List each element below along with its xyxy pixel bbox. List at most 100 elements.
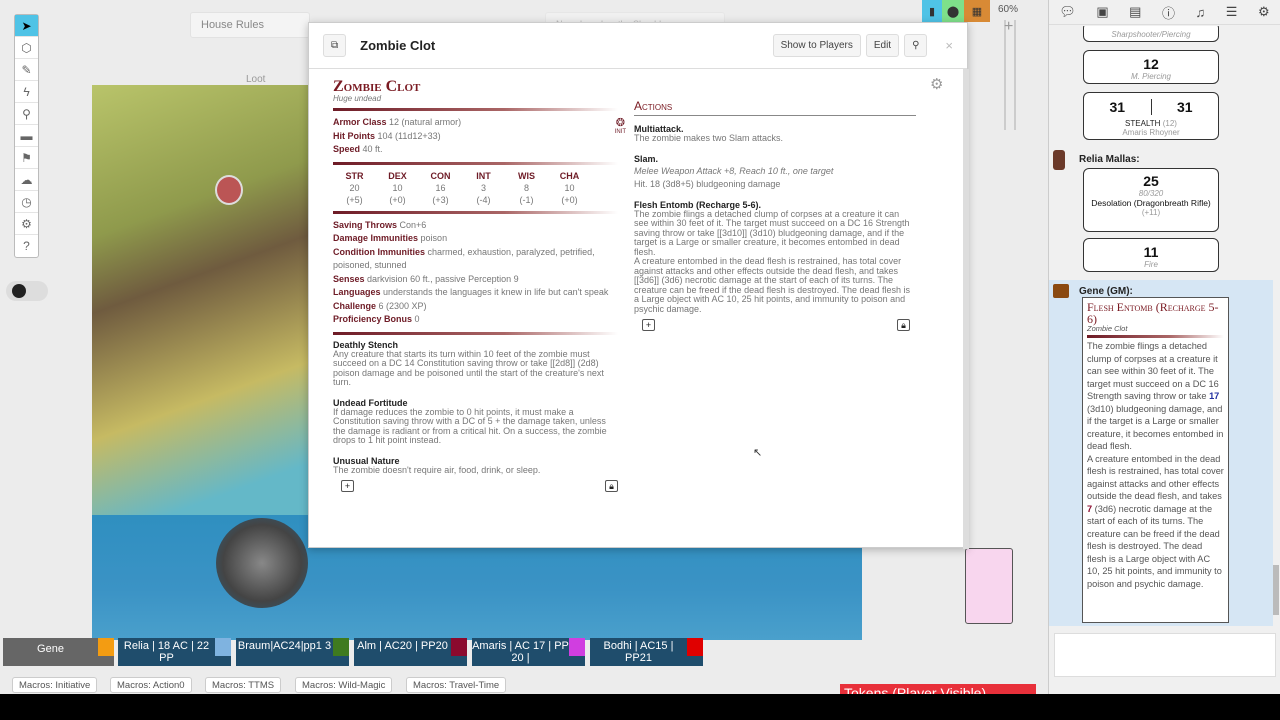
dice-tool[interactable]: ⚙ — [15, 213, 38, 235]
macro-wild-magic[interactable]: Macros: Wild-Magic — [295, 677, 393, 693]
dark-mode-toggle[interactable] — [6, 281, 48, 301]
lock-actions-button[interactable]: 🔒︎ — [897, 319, 910, 331]
player-gene[interactable]: Gene — [3, 638, 114, 666]
player-braum[interactable]: Braum|AC24|pp1 3 — [236, 638, 349, 666]
add-action-button[interactable]: + — [642, 319, 655, 331]
zoom-in-icon[interactable]: + — [1004, 18, 1013, 36]
show-to-players-button[interactable]: Show to Players — [772, 34, 861, 57]
chat-input[interactable] — [1054, 633, 1276, 677]
draw-tool[interactable]: ✎ — [15, 59, 38, 81]
prop-damage-immunities: Damage Immunities poison — [333, 232, 618, 246]
ability-wis[interactable]: WIS 8 (-1) — [505, 170, 548, 206]
taskbar — [0, 694, 1280, 720]
moon-icon — [12, 284, 26, 298]
initiative-button[interactable]: ❂ INIT — [615, 116, 626, 135]
lightning-icon: ϟ — [23, 84, 30, 99]
relia-avatar — [1053, 150, 1065, 170]
page-house-rules[interactable]: House Rules — [190, 12, 310, 38]
text: (+0) — [389, 194, 406, 205]
ship-token[interactable] — [216, 518, 308, 608]
roll-card-piercing: 12 M. Piercing — [1083, 50, 1219, 84]
fx-tool[interactable]: ϟ — [15, 81, 38, 103]
ability-cha[interactable]: CHA 10 (+0) — [548, 170, 591, 206]
popout-button[interactable]: ⧉ — [323, 34, 347, 57]
ability-con[interactable]: CON 16 (+3) — [419, 170, 462, 206]
action-multiattack[interactable]: Multiattack. The zombie makes two Slam at… — [634, 124, 916, 144]
text: Undead Fortitude — [333, 397, 408, 408]
page-layer-icon[interactable]: ▮ — [922, 0, 942, 22]
text: Saving Throws — [333, 219, 398, 230]
chat-scrollbar[interactable] — [1273, 565, 1279, 615]
text: INT — [476, 170, 491, 181]
zoom-level: 60% — [998, 4, 1019, 15]
macro-travel-time[interactable]: Macros: Travel-Time — [406, 677, 507, 693]
player-color — [98, 638, 114, 656]
chat-log: Sharpshooter/Piercing 12 M. Piercing 31 31… — [1049, 26, 1273, 626]
fog-tool[interactable]: ☁ — [15, 169, 38, 191]
trait-undead-fortitude[interactable]: Undead Fortitude If damage reduces the zo… — [333, 398, 618, 446]
macro-initiative[interactable]: Macros: Initiative — [12, 677, 98, 693]
art-library-tab-icon[interactable]: ▣ — [1096, 4, 1108, 20]
actions-title: Actions — [634, 99, 916, 116]
ping-tool[interactable]: ⚑ — [15, 147, 38, 169]
trait-deathly-stench[interactable]: Deathly Stench Any creature that starts i… — [333, 340, 618, 388]
ability-dex[interactable]: DEX 10 (+0) — [376, 170, 419, 206]
collection-list-tab-icon[interactable]: ☰ — [1226, 4, 1238, 20]
prop-senses: Senses darkvision 60 ft., passive Percep… — [333, 273, 618, 287]
close-icon[interactable]: × — [945, 38, 953, 53]
macro-action0[interactable]: Macros: Action0 — [110, 677, 192, 693]
select-tool[interactable]: ➤ — [15, 15, 38, 37]
help-tool[interactable]: ? — [15, 235, 38, 257]
zoom-slider[interactable]: + — [1004, 18, 1016, 130]
journal-tab-icon[interactable]: ▤ — [1129, 4, 1141, 20]
text: 20 — [349, 182, 360, 193]
token-tool[interactable]: ⬡ — [15, 37, 38, 59]
ability-str[interactable]: STR 20 (+5) — [333, 170, 376, 206]
text: Challenge — [333, 300, 377, 311]
lock-traits-button[interactable]: 🔒︎ — [605, 480, 618, 492]
player-color — [451, 638, 467, 656]
search-button[interactable]: ⚲ — [904, 34, 928, 57]
film-icon[interactable]: ▦ — [964, 0, 990, 22]
inline-roll-17[interactable]: 17 — [1209, 391, 1219, 401]
roll-card-rifle-attack: 25 80/320 Desolation (Dragonbreath Rifle… — [1083, 168, 1219, 232]
token-portrait[interactable] — [215, 175, 243, 205]
action-slam[interactable]: Slam. Melee Weapon Attack +8, Reach 10 ft… — [634, 154, 916, 190]
ruler-tool[interactable]: ▬ — [15, 125, 38, 147]
text: (+5) — [346, 194, 363, 205]
macro-ttms[interactable]: Macros: TTMS — [205, 677, 282, 693]
player-alm[interactable]: Alm | AC20 | PP20 — [354, 638, 467, 666]
text: Any creature that starts its turn within… — [333, 348, 604, 387]
map-pin-icon[interactable]: ⬤ — [942, 0, 964, 22]
player-relia[interactable]: Relia | 18 AC | 22 PP — [118, 638, 231, 666]
page-loot[interactable]: Loot — [246, 74, 265, 85]
text: 10 — [564, 182, 575, 193]
edit-button[interactable]: Edit — [865, 34, 900, 57]
player-amaris[interactable]: Amaris | AC 17 | PP 20 | — [472, 638, 585, 666]
trait-unusual-nature[interactable]: Unusual Nature The zombie doesn't require… — [333, 456, 618, 476]
pin-icon: ⚑ — [21, 150, 32, 165]
turn-tracker-tool[interactable]: ◷ — [15, 191, 38, 213]
settings-gear-icon[interactable]: ⚙ — [930, 75, 943, 93]
cube-icon: ⬡ — [21, 40, 32, 55]
text: 10 — [392, 182, 403, 193]
compendium-info-tab-icon[interactable]: ⓘ — [1162, 3, 1175, 22]
text: Sharpshooter/Piercing — [1111, 30, 1191, 39]
text: STR — [345, 170, 364, 181]
text: Amaris Rhoyner — [1122, 128, 1180, 137]
clock-icon: ◷ — [21, 194, 32, 209]
deck-card[interactable] — [965, 548, 1013, 624]
jukebox-tab-icon[interactable]: ♫ — [1196, 5, 1206, 20]
prop-languages: Languages understands the languages it k… — [333, 286, 618, 300]
text: Braum|AC24|pp1 3 — [237, 640, 332, 652]
chat-tab-icon[interactable]: 💬︎ — [1059, 4, 1076, 20]
settings-tab-icon[interactable]: ⚙ — [1258, 4, 1270, 20]
sheet-scrollbar[interactable] — [963, 69, 969, 549]
gm-card-subtitle: Zombie Clot — [1087, 324, 1128, 333]
zoom-tool[interactable]: ⚲ — [15, 103, 38, 125]
player-bodhi[interactable]: Bodhi | AC15 | PP21 — [590, 638, 703, 666]
add-trait-button[interactable]: + — [341, 480, 354, 492]
gene-avatar — [1053, 284, 1069, 298]
ability-int[interactable]: INT 3 (-4) — [462, 170, 505, 206]
action-flesh-entomb[interactable]: Flesh Entomb (Recharge 5-6). The zombie f… — [634, 200, 916, 315]
